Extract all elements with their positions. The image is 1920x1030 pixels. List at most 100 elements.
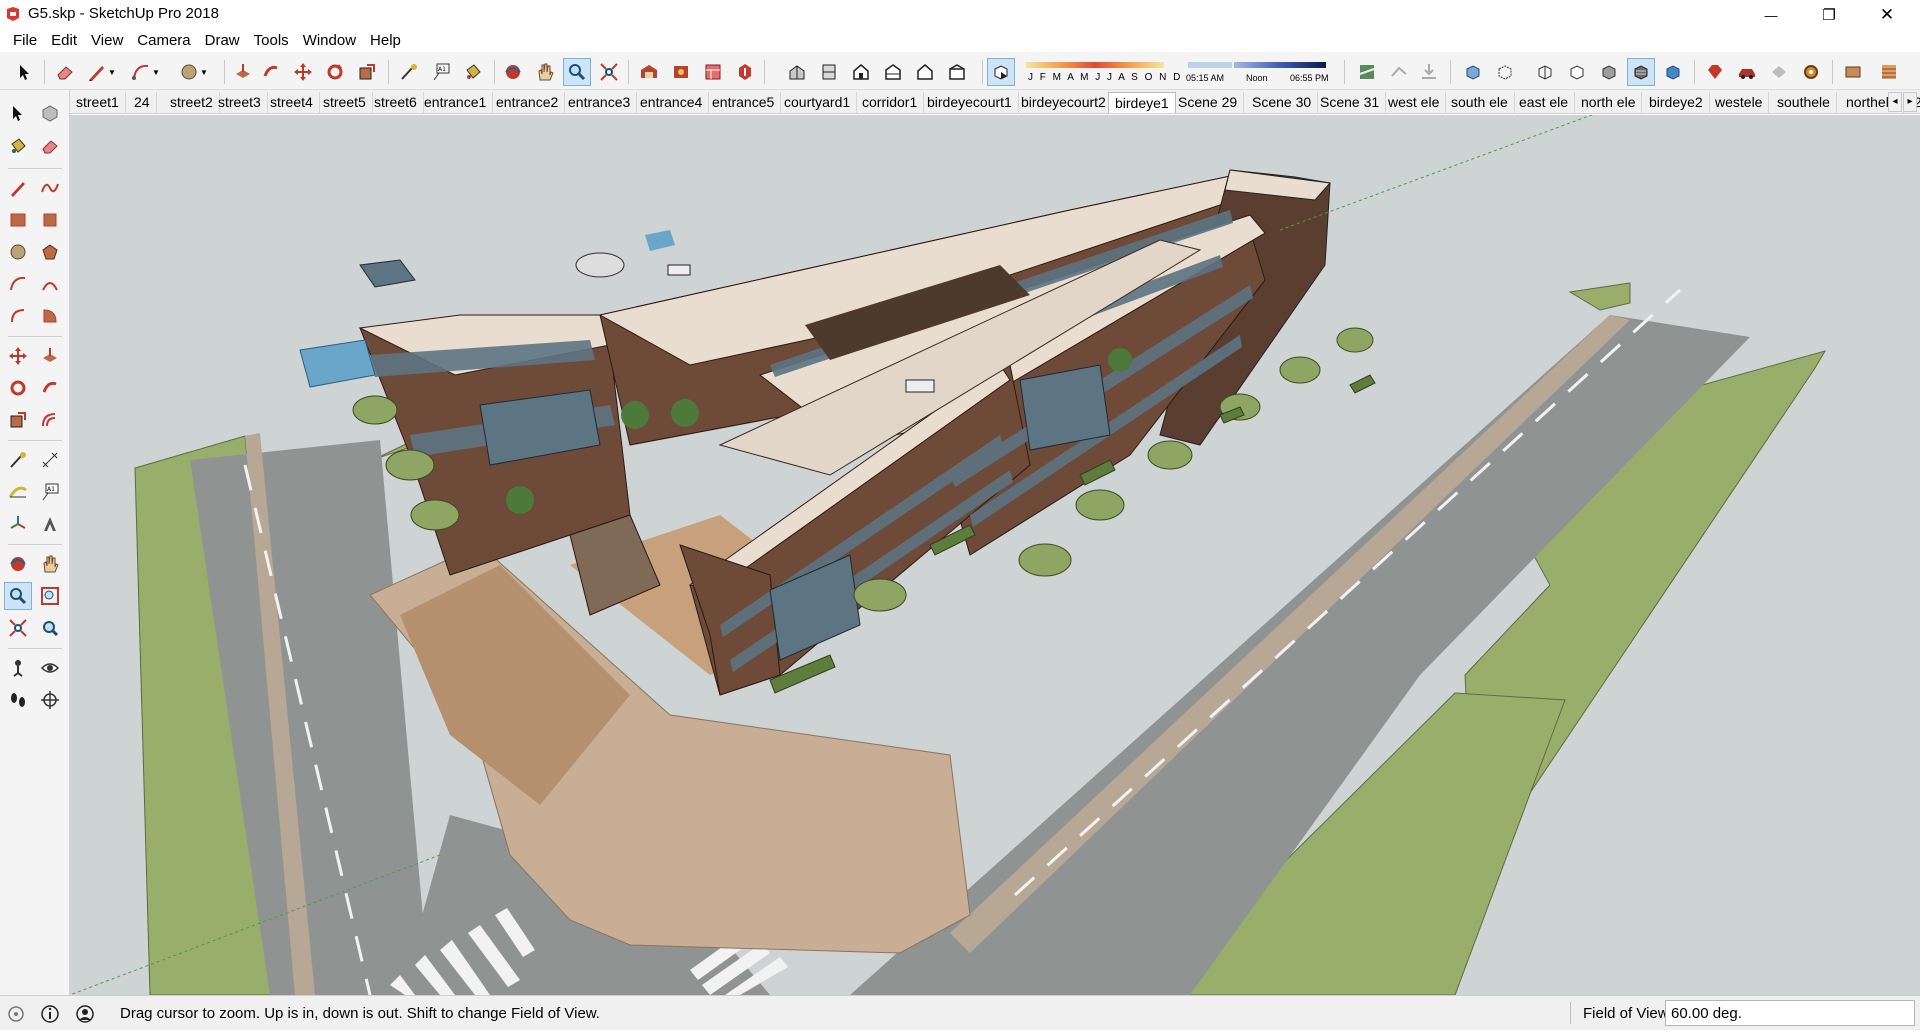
- scene-tab-street4[interactable]: street4: [264, 92, 320, 113]
- menu-draw[interactable]: Draw: [198, 30, 247, 52]
- rotate-tool[interactable]: [5, 375, 31, 401]
- scene-tab-24[interactable]: 24: [128, 92, 157, 113]
- scene-tab-birdeyecourt1[interactable]: birdeyecourt1: [921, 92, 1019, 113]
- component-button-5[interactable]: [1840, 59, 1866, 85]
- back-edges-style-button[interactable]: [1492, 59, 1518, 85]
- rectangle-tool[interactable]: [5, 207, 31, 233]
- scene-tab-scene-31[interactable]: Scene 31: [1314, 92, 1387, 113]
- shadow-time-slider[interactable]: 05:15 AM Noon 06:55 PM: [1184, 60, 1330, 86]
- minimize-button[interactable]: —: [1748, 0, 1794, 30]
- eraser-tool[interactable]: [37, 133, 63, 159]
- text-tool[interactable]: A1: [37, 479, 63, 505]
- scenes-scroll-left-button[interactable]: ◂: [1888, 92, 1902, 112]
- axes-tool[interactable]: [5, 511, 31, 537]
- scene-tab-birdeye1[interactable]: birdeye1: [1108, 92, 1176, 113]
- scene-tab-entrance5[interactable]: entrance5: [706, 92, 782, 113]
- sandbox-button[interactable]: [1386, 59, 1412, 85]
- follow-me-tool-button[interactable]: [258, 59, 284, 85]
- scene-tab-scene-29[interactable]: Scene 29: [1172, 92, 1245, 113]
- display-shadows-button[interactable]: [987, 58, 1015, 86]
- scale-tool[interactable]: [5, 407, 31, 433]
- menu-edit[interactable]: Edit: [44, 30, 84, 52]
- extension-manager-button[interactable]: [732, 59, 758, 85]
- scale-tool-button[interactable]: [354, 59, 380, 85]
- scene-tab-southele[interactable]: southele: [1771, 92, 1837, 113]
- scenes-scroll-right-button[interactable]: ▸: [1903, 92, 1917, 112]
- component-button-6[interactable]: [1876, 59, 1902, 85]
- model-canvas[interactable]: [70, 115, 1920, 995]
- select-tool-button[interactable]: [12, 59, 38, 85]
- pan-tool-button[interactable]: [532, 59, 558, 85]
- front-view-button[interactable]: [848, 59, 874, 85]
- previous-view-tool[interactable]: [37, 615, 63, 641]
- protractor-tool[interactable]: [5, 479, 31, 505]
- wireframe-style-button[interactable]: [1532, 59, 1558, 85]
- scene-tab-entrance3[interactable]: entrance3: [562, 92, 638, 113]
- scene-tab-entrance4[interactable]: entrance4: [634, 92, 710, 113]
- zoom-extents-tool-button[interactable]: [596, 59, 622, 85]
- look-around-tool[interactable]: [37, 655, 63, 681]
- tape-measure-tool[interactable]: [5, 447, 31, 473]
- line-dropdown-button[interactable]: ▼: [106, 59, 118, 85]
- tape-measure-tool-button[interactable]: [396, 59, 422, 85]
- pie-tool[interactable]: [37, 303, 63, 329]
- paint-bucket-tool[interactable]: [5, 133, 31, 159]
- shape-dropdown-button[interactable]: ▼: [198, 59, 210, 85]
- top-view-button[interactable]: [816, 59, 842, 85]
- hidden-line-style-button[interactable]: [1564, 59, 1590, 85]
- scene-tab-westele[interactable]: westele: [1709, 92, 1770, 113]
- push-pull-tool[interactable]: [37, 343, 63, 369]
- dimension-tool[interactable]: [37, 447, 63, 473]
- polygon-tool[interactable]: [37, 239, 63, 265]
- component-button-1[interactable]: [1702, 59, 1728, 85]
- line-tool[interactable]: [5, 175, 31, 201]
- scene-tab-corridor1[interactable]: corridor1: [856, 92, 925, 113]
- paint-bucket-tool-button[interactable]: [460, 59, 486, 85]
- scene-tab-street6[interactable]: street6: [368, 92, 424, 113]
- xray-style-button[interactable]: [1460, 59, 1486, 85]
- sandbox-drape-button[interactable]: [1416, 59, 1442, 85]
- walk-tool[interactable]: [5, 687, 31, 713]
- menu-camera[interactable]: Camera: [130, 30, 197, 52]
- iso-view-button[interactable]: [784, 59, 810, 85]
- scene-tab-south-ele[interactable]: south ele: [1445, 92, 1515, 113]
- shadow-date-slider[interactable]: J F M A M J J A S O N D: [1022, 60, 1180, 86]
- scene-tab-scene-30[interactable]: Scene 30: [1246, 92, 1319, 113]
- scene-tab-west-ele[interactable]: west ele: [1382, 92, 1447, 113]
- scene-tab-entrance2[interactable]: entrance2: [490, 92, 566, 113]
- arc-dropdown-button[interactable]: ▼: [150, 59, 162, 85]
- left-view-button[interactable]: [944, 59, 970, 85]
- scene-tab-street5[interactable]: street5: [317, 92, 373, 113]
- component-button-2[interactable]: [1734, 59, 1760, 85]
- component-button-4[interactable]: [1798, 59, 1824, 85]
- zoom-extents-tool[interactable]: [5, 615, 31, 641]
- menu-window[interactable]: Window: [296, 30, 363, 52]
- model-viewport[interactable]: [70, 115, 1920, 995]
- menu-file[interactable]: File: [6, 30, 44, 52]
- scene-tab-street3[interactable]: street3: [212, 92, 268, 113]
- pan-tool[interactable]: [37, 551, 63, 577]
- component-button-3[interactable]: [1766, 59, 1792, 85]
- orbit-tool-button[interactable]: [500, 59, 526, 85]
- measurements-input[interactable]: [1665, 1000, 1915, 1026]
- geo-location-button[interactable]: [1354, 59, 1380, 85]
- close-button[interactable]: ✕: [1864, 0, 1910, 30]
- make-component-tool[interactable]: [37, 100, 63, 126]
- offset-tool[interactable]: [37, 407, 63, 433]
- shaded-style-button[interactable]: [1596, 59, 1622, 85]
- account-user-icon[interactable]: [75, 1004, 95, 1024]
- position-camera-tool[interactable]: [5, 655, 31, 681]
- rotate-tool-button[interactable]: [322, 59, 348, 85]
- zoom-window-tool[interactable]: [37, 583, 63, 609]
- eraser-tool-button[interactable]: [52, 59, 78, 85]
- monochrome-style-button[interactable]: [1660, 59, 1686, 85]
- move-tool-button[interactable]: [290, 59, 316, 85]
- push-pull-tool-button[interactable]: [230, 59, 256, 85]
- back-view-button[interactable]: [912, 59, 938, 85]
- zoom-tool[interactable]: [4, 582, 32, 610]
- three-point-arc-tool[interactable]: [5, 303, 31, 329]
- menu-view[interactable]: View: [84, 30, 130, 52]
- scene-tab-birdeye2[interactable]: birdeye2: [1643, 92, 1710, 113]
- text-tool-button[interactable]: A1: [428, 59, 454, 85]
- layout-button[interactable]: [700, 59, 726, 85]
